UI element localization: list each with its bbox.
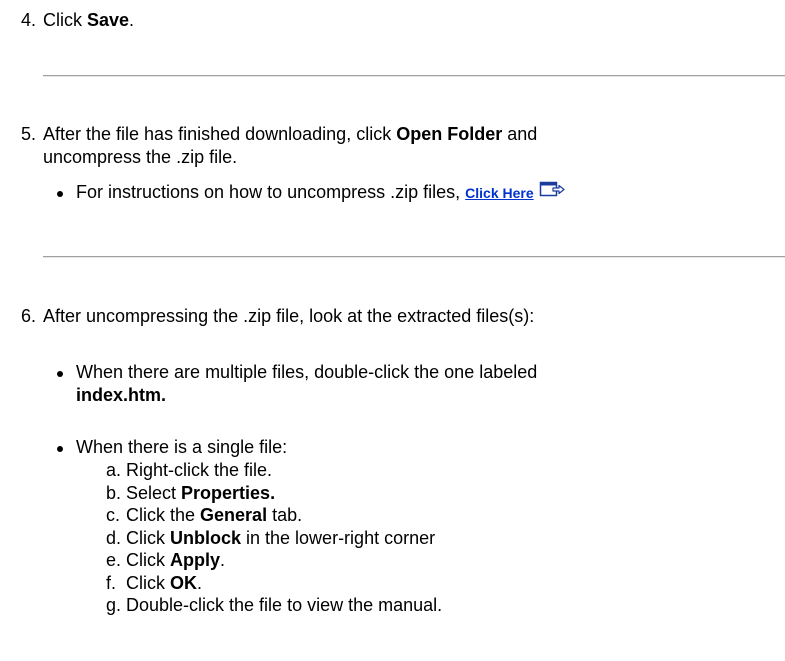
substep-list: a. Right-click the file. b. Select Propert… <box>106 459 442 617</box>
substep-bold: Unblock <box>170 527 242 548</box>
bullet-text: For instructions on how to uncompress .z… <box>76 182 466 202</box>
substep-letter: e. <box>106 550 122 570</box>
substep-item: d. Click Unblock in the lower-right corne… <box>106 527 442 550</box>
step-6: 6. After uncompressing the .zip file, loo… <box>21 305 781 328</box>
step-4: 4. Click Save. <box>21 9 781 32</box>
substep-item: a. Right-click the file. <box>106 459 442 482</box>
substep-text: Double-click the file to view the manual… <box>126 595 443 615</box>
substep-item: g. Double-click the file to view the manu… <box>106 594 442 617</box>
substep-text: Click the <box>126 505 201 525</box>
step-number: 5. <box>21 124 37 144</box>
divider <box>43 256 785 258</box>
step-bold-text: Save <box>87 10 130 30</box>
substep-text-end: . <box>197 572 203 593</box>
substep-text: Click <box>126 572 170 593</box>
substep-text-end: . <box>220 550 226 570</box>
substep-letter: c. <box>106 505 121 525</box>
substep-letter: d. <box>106 527 122 548</box>
bullet-text: When there are multiple files, double-cl… <box>76 362 538 382</box>
step-text: After the file has finished downloading,… <box>43 124 397 144</box>
bullet-bold-text: index.htm. <box>76 385 167 405</box>
list-item: When there are multiple files, double-cl… <box>57 361 785 407</box>
substep-item: b. Select Properties. <box>106 482 442 505</box>
bullet-icon <box>57 446 63 452</box>
substep-text-end: in the lower-right corner <box>241 527 436 548</box>
step-number: 6. <box>21 306 37 326</box>
substep-letter: f. <box>106 572 117 593</box>
step-text-end: . <box>129 10 135 30</box>
step-5: 5. After the file has finished downloadin… <box>21 123 781 169</box>
substep-item: c. Click the General tab. <box>106 504 442 527</box>
step-number: 4. <box>21 10 37 30</box>
substep-text: Click <box>126 550 170 570</box>
click-here-link[interactable]: Click Here <box>465 185 533 201</box>
bullet-icon <box>57 191 63 197</box>
substep-item: f. Click OK. <box>106 572 442 595</box>
step-text: After uncompressing the .zip file, look … <box>43 306 535 326</box>
substep-bold: OK <box>170 572 197 593</box>
bullet-text: When there is a single file: <box>76 437 288 457</box>
step-text-end: and <box>502 124 538 144</box>
substep-text: Right-click the file. <box>126 460 273 480</box>
step-bold-text: Open Folder <box>396 124 503 144</box>
substep-letter: g. <box>106 595 122 615</box>
list-item: When there is a single file: <box>57 436 785 459</box>
substep-text: Select <box>126 482 182 503</box>
substep-text-end: tab. <box>267 505 303 525</box>
substep-bold: General <box>200 505 268 525</box>
step-text: Click <box>43 10 87 30</box>
substep-letter: a. <box>106 460 122 480</box>
substep-bold: Properties. <box>181 482 276 503</box>
substep-item: e. Click Apply. <box>106 549 442 572</box>
divider <box>43 75 785 77</box>
substep-text: Click <box>126 527 170 548</box>
external-window-arrow-icon[interactable] <box>539 181 565 205</box>
substep-bold: Apply <box>170 550 221 570</box>
step-text-line2: uncompress the .zip file. <box>43 147 238 167</box>
substep-letter: b. <box>106 482 122 503</box>
list-item: For instructions on how to uncompress .z… <box>57 181 785 205</box>
bullet-icon <box>57 371 63 377</box>
